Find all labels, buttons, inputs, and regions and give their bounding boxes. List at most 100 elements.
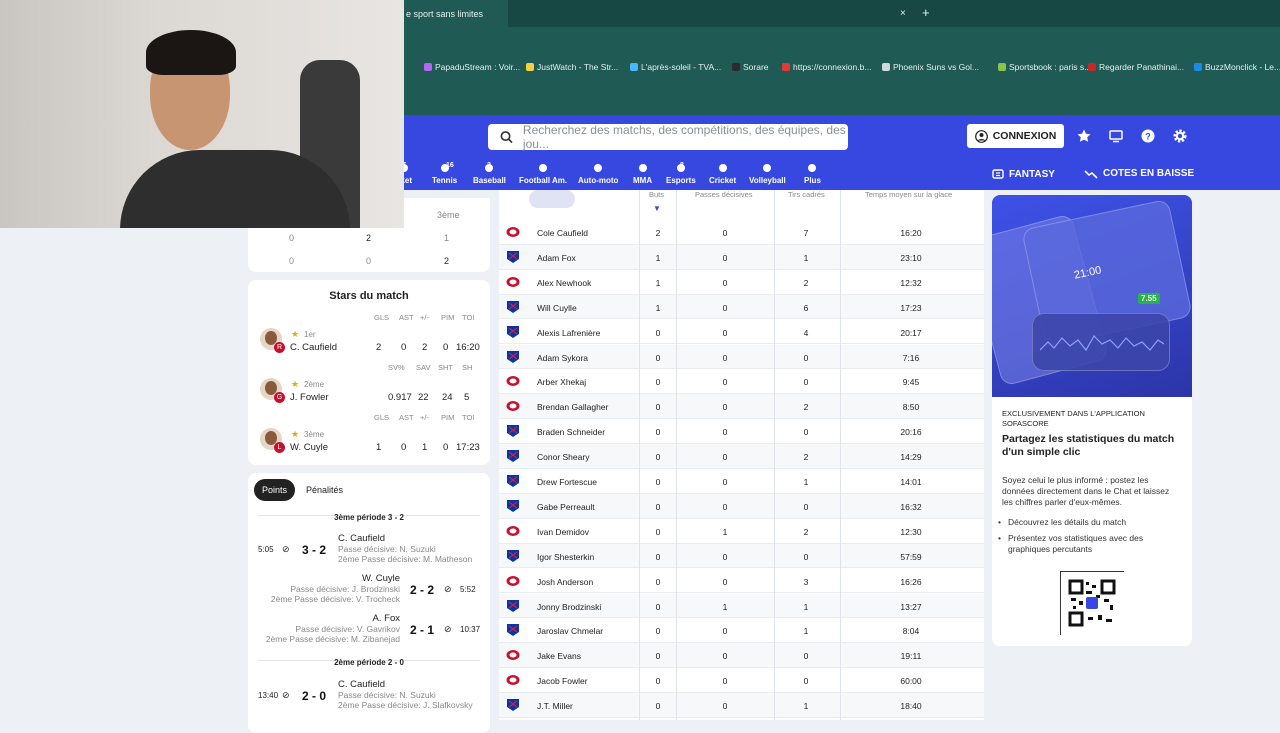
sport-tab[interactable]: MMA	[633, 163, 652, 185]
table-row[interactable]: Braden Schneider 0 0 0 20:16	[499, 419, 984, 444]
goal-scorer[interactable]: C. Caufield	[338, 679, 385, 690]
favorites-star-icon[interactable]	[1076, 128, 1092, 144]
player-name[interactable]: J.T. Miller	[537, 701, 573, 711]
star-player-name[interactable]: C. Caufield	[290, 342, 337, 353]
bookmark-item[interactable]: BuzzMonclick - Le...	[1194, 58, 1280, 76]
player-name[interactable]: Braden Schneider	[537, 427, 605, 437]
table-row[interactable]: Jonny Brodzinski 0 1 1 13:27	[499, 593, 984, 619]
player-name[interactable]: Brendan Gallagher	[537, 402, 608, 412]
sport-tab[interactable]: 2 Baseball	[473, 162, 506, 185]
login-button[interactable]: CONNEXION	[967, 124, 1064, 148]
bookmark-item[interactable]: Sportsbook : paris s...	[998, 58, 1091, 76]
table-row[interactable]: Adam Sykora 0 0 0 7:16	[499, 344, 984, 370]
col-toi[interactable]: Temps moyen sur la glace	[865, 190, 952, 199]
tab-points[interactable]: Points	[254, 479, 296, 501]
goal-score: 3 - 2	[302, 543, 327, 557]
player-name[interactable]: Adam Fox	[537, 253, 576, 263]
player-name[interactable]: Alexis Lafrenière	[537, 328, 600, 338]
assists-cell: 0	[722, 252, 728, 263]
sport-tab[interactable]: Cricket	[709, 163, 736, 185]
help-icon[interactable]: ?	[1140, 128, 1156, 144]
settings-gear-icon[interactable]	[1172, 128, 1188, 144]
sport-tab[interactable]: 8 Esports	[666, 162, 696, 185]
player-name[interactable]: Jacob Fowler	[537, 676, 588, 686]
tab-penalties[interactable]: Pénalités	[298, 479, 351, 501]
promo-body: Soyez celui le plus informé : postez les…	[1002, 475, 1170, 507]
table-row[interactable]: Igor Shesterkin 0 0 0 57:59	[499, 543, 984, 569]
tv-icon[interactable]	[1108, 128, 1124, 144]
table-row[interactable]: Conor Sheary 0 0 2 14:29	[499, 444, 984, 469]
team-logo-icon	[507, 549, 519, 562]
table-row[interactable]: Arber Xhekaj 0 0 0 9:45	[499, 369, 984, 395]
player-name[interactable]: Gabe Perreault	[537, 502, 595, 512]
player-name[interactable]: Alex Newhook	[537, 278, 591, 288]
table-row[interactable]: Cole Caufield 2 0 7 16:20	[499, 220, 984, 245]
star-col-header: TOI	[462, 413, 475, 422]
fantasy-link[interactable]: FANTASY	[992, 168, 1055, 180]
odds-dropping-link[interactable]: COTES EN BAISSE	[1084, 168, 1194, 179]
table-row[interactable]: Josh Anderson 0 0 3 16:26	[499, 568, 984, 594]
shots-cell: 4	[803, 327, 809, 338]
table-row[interactable]: Jacob Fowler 0 0 0 60:00	[499, 668, 984, 693]
bookmark-item[interactable]: Sorare	[732, 58, 769, 76]
sport-tab[interactable]: 16 Tennis	[432, 162, 457, 185]
star-stat-value: 0	[401, 342, 407, 353]
bookmark-item[interactable]: PapaduStream : Voir...	[424, 58, 520, 76]
tab-close-icon[interactable]: ×	[900, 8, 906, 19]
player-name[interactable]: Jake Evans	[537, 651, 581, 661]
sport-tab[interactable]: Plus	[804, 163, 821, 185]
star-player-name[interactable]: J. Fowler	[290, 392, 329, 403]
col-assists[interactable]: Passes décisives	[695, 190, 753, 199]
table-row[interactable]: Alexis Lafrenière 0 0 4 20:17	[499, 319, 984, 345]
sport-tab[interactable]: Auto-moto	[578, 163, 618, 185]
player-name[interactable]: Adam Sykora	[537, 353, 588, 363]
new-tab-icon[interactable]: +	[922, 5, 930, 20]
team-filter-both[interactable]	[529, 190, 575, 208]
star-icon: ★	[291, 329, 300, 339]
table-row[interactable]: Will Cuylle 1 0 6 17:23	[499, 294, 984, 320]
sport-tab[interactable]: Football Am.	[519, 163, 567, 185]
bookmark-item[interactable]: Regarder Panathinai...	[1088, 58, 1184, 76]
player-name[interactable]: Conor Sheary	[537, 452, 589, 462]
player-name[interactable]: Will Cuylle	[537, 303, 577, 313]
col-shots[interactable]: Tirs cadrés	[788, 190, 825, 199]
assists-cell: 0	[722, 576, 728, 587]
table-row[interactable]: Alex Newhook 1 0 2 12:32	[499, 269, 984, 295]
player-name[interactable]: Ivan Demidov	[537, 527, 589, 537]
goal-scorer[interactable]: C. Caufield	[338, 533, 385, 544]
table-row[interactable]: Brendan Gallagher 0 0 2 8:50	[499, 394, 984, 420]
player-name[interactable]: Cole Caufield	[537, 228, 588, 238]
player-name[interactable]: Igor Shesterkin	[537, 552, 594, 562]
bookmark-item[interactable]: Phoenix Suns vs Gol...	[882, 58, 979, 76]
goal-scorer[interactable]: W. Cuyle	[362, 573, 400, 584]
table-row[interactable]: Adam Fox 1 0 1 23:10	[499, 244, 984, 270]
col-goals[interactable]: Buts	[649, 190, 664, 199]
search-input[interactable]: Recherchez des matchs, des compétitions,…	[488, 123, 848, 151]
star-col-header: SAV	[416, 363, 431, 372]
star-player-name[interactable]: W. Cuyle	[290, 442, 328, 453]
bookmark-item[interactable]: L'après-soleil - TVA...	[630, 58, 721, 76]
table-row[interactable]: Jake Evans 0 0 0 19:11	[499, 643, 984, 669]
goal-scorer[interactable]: A. Fox	[373, 613, 400, 624]
bookmark-item[interactable]: https://connexion.b...	[782, 58, 871, 76]
table-row[interactable]: J.T. Miller 0 0 1 18:40	[499, 693, 984, 718]
player-name[interactable]: Jonny Brodzinski	[537, 602, 601, 612]
qr-code-icon[interactable]	[1068, 579, 1116, 627]
chart-graphic-icon	[1040, 335, 1164, 352]
goals-cell: 0	[655, 327, 661, 338]
player-name[interactable]: Jaroslav Chmelar	[537, 626, 603, 636]
team-logo-icon	[506, 276, 520, 287]
active-tab[interactable]: e sport sans limites	[404, 0, 508, 27]
tab-title: e sport sans limites	[406, 9, 484, 19]
table-row[interactable]: Gabe Perreault 0 0 0 16:32	[499, 493, 984, 519]
sport-tab[interactable]: Volleyball	[749, 163, 786, 185]
player-name[interactable]: Josh Anderson	[537, 577, 593, 587]
table-row[interactable]: Drew Fortescue 0 0 1 14:01	[499, 469, 984, 494]
star-rank: 1er	[304, 330, 316, 339]
player-name[interactable]: Arber Xhekaj	[537, 377, 586, 387]
bookmark-item[interactable]: JustWatch - The Str...	[526, 58, 618, 76]
table-row[interactable]: Jaroslav Chmelar 0 0 1 8:04	[499, 618, 984, 644]
player-name[interactable]: Drew Fortescue	[537, 477, 597, 487]
table-row[interactable]: Ivan Demidov 0 1 2 12:30	[499, 518, 984, 544]
sort-desc-icon[interactable]: ▼	[653, 204, 661, 213]
